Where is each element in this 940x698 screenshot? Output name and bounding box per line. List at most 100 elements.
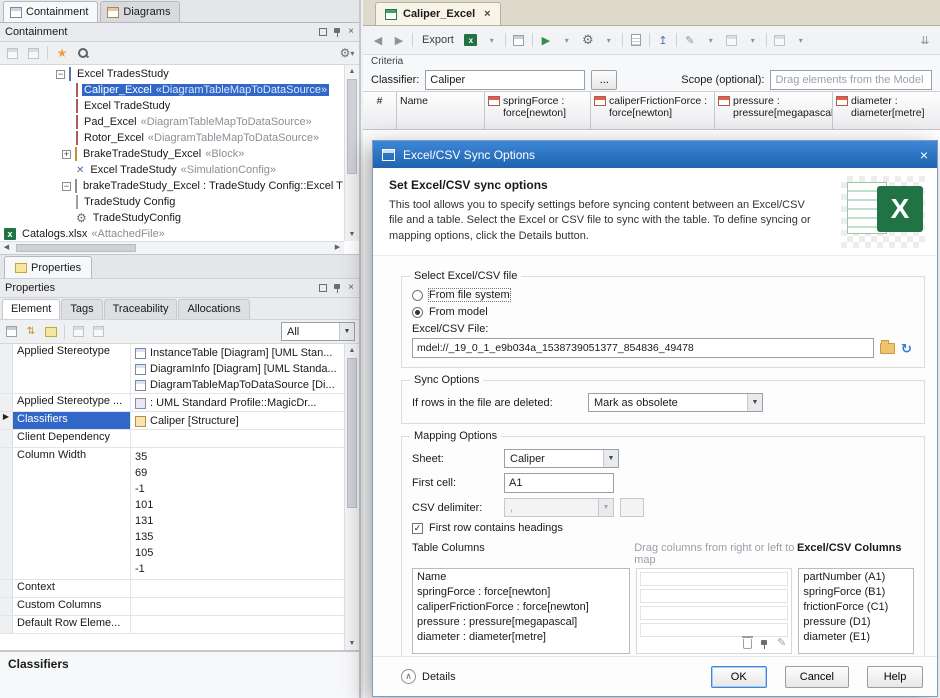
- from-file-system-row[interactable]: From file system: [412, 289, 914, 301]
- validation-icon[interactable]: [628, 31, 644, 49]
- tab-element[interactable]: Element: [2, 299, 60, 319]
- pin-panel-icon[interactable]: [333, 283, 342, 293]
- close-dialog-icon[interactable]: ×: [920, 148, 928, 162]
- list-item[interactable]: diameter : diameter[metre]: [414, 630, 628, 645]
- sheet-combo[interactable]: Caliper ▼: [504, 449, 619, 468]
- settings-dropdown-icon[interactable]: ▾: [601, 31, 617, 49]
- minimize-toolbar-icon[interactable]: ⇊: [917, 31, 933, 49]
- from-file-system-radio[interactable]: [412, 290, 423, 301]
- run-icon[interactable]: ▶: [538, 31, 554, 49]
- list-item[interactable]: partNumber (A1): [800, 570, 912, 585]
- tree-item[interactable]: Pad_Excel«DiagramTableMapToDataSource»: [0, 114, 344, 130]
- column-header-caliperfrictionforce[interactable]: caliperFrictionForce : force[newton]: [591, 92, 715, 130]
- classifier-browse-button[interactable]: ...: [591, 70, 617, 90]
- property-row-selected[interactable]: ▶ Classifiers Caliper [Structure]: [0, 412, 344, 430]
- tree-item-selected[interactable]: Caliper_Excel«DiagramTableMapToDataSourc…: [0, 82, 344, 98]
- tab-diagrams[interactable]: Diagrams: [100, 1, 180, 22]
- add-row-icon[interactable]: [724, 31, 740, 49]
- chevron-down-icon[interactable]: ▼: [603, 450, 618, 467]
- deleted-rows-combo[interactable]: Mark as obsolete ▼: [588, 393, 763, 412]
- column-header-number[interactable]: #: [363, 92, 397, 130]
- list-item[interactable]: pressure (D1): [800, 615, 912, 630]
- table-columns-list[interactable]: Name springForce : force[newton] caliper…: [412, 568, 630, 654]
- excel-file-input[interactable]: [412, 338, 874, 358]
- scope-input[interactable]: [770, 70, 932, 90]
- list-item[interactable]: Name: [414, 570, 628, 585]
- tab-allocations[interactable]: Allocations: [178, 299, 249, 319]
- excel-sync-icon[interactable]: x: [463, 31, 479, 49]
- chevron-down-icon[interactable]: ▼: [747, 394, 762, 411]
- customize-columns-icon[interactable]: [73, 326, 84, 337]
- mapping-slot[interactable]: [640, 572, 789, 586]
- list-item[interactable]: springForce : force[newton]: [414, 585, 628, 600]
- properties-vertical-scrollbar[interactable]: ▲ ▼: [344, 344, 359, 650]
- property-row[interactable]: Column Width 35 69 -1 101 131 135 105 -1: [0, 448, 344, 580]
- browse-folder-icon[interactable]: [880, 343, 895, 354]
- tree-item[interactable]: − brakeTradeStudy_Excel : TradeStudy Con…: [0, 178, 344, 194]
- export-options-dropdown-icon[interactable]: ▾: [484, 31, 500, 49]
- property-row[interactable]: Client Dependency: [0, 430, 344, 448]
- tab-caliper-excel[interactable]: Caliper_Excel ×: [375, 2, 501, 25]
- list-item[interactable]: springForce (B1): [800, 585, 912, 600]
- list-item[interactable]: frictionForce (C1): [800, 600, 912, 615]
- gear-icon[interactable]: ⚙: [340, 47, 351, 59]
- cancel-button[interactable]: Cancel: [785, 666, 849, 688]
- mapping-slot[interactable]: [640, 589, 789, 603]
- float-panel-icon[interactable]: [319, 28, 327, 36]
- property-row[interactable]: Applied Stereotype InstanceTable [Diagra…: [0, 344, 344, 394]
- edit-mapping-icon[interactable]: ✎: [777, 638, 786, 649]
- pin-panel-icon[interactable]: [333, 27, 342, 37]
- mapping-slots[interactable]: ✎: [636, 568, 793, 654]
- move-up-icon[interactable]: ↥: [655, 31, 671, 49]
- tree-item[interactable]: ⚙ TradeStudyConfig: [0, 210, 344, 226]
- gear-dropdown-icon[interactable]: ▾: [350, 49, 354, 58]
- collapse-expander-icon[interactable]: −: [62, 182, 71, 191]
- scroll-down-icon[interactable]: ▼: [345, 228, 359, 241]
- table-tools-dropdown-icon[interactable]: ▾: [793, 31, 809, 49]
- search-icon[interactable]: [77, 47, 89, 59]
- first-row-headings-row[interactable]: ✓ First row contains headings: [412, 522, 914, 534]
- edit-dropdown-icon[interactable]: ▾: [703, 31, 719, 49]
- tree-item[interactable]: + BrakeTradeStudy_Excel«Block»: [0, 146, 344, 162]
- expert-mode-icon[interactable]: [93, 326, 104, 337]
- run-options-dropdown-icon[interactable]: ▾: [559, 31, 575, 49]
- categorized-view-icon[interactable]: [6, 326, 17, 337]
- tree-item[interactable]: − Excel TradesStudy: [0, 66, 344, 82]
- property-row[interactable]: Applied Stereotype ... : UML Standard Pr…: [0, 394, 344, 412]
- property-row[interactable]: Default Row Eleme...: [0, 616, 344, 634]
- scroll-down-icon[interactable]: ▼: [345, 637, 359, 650]
- tab-containment[interactable]: Containment: [3, 1, 98, 22]
- collapse-expander-icon[interactable]: −: [56, 70, 65, 79]
- tree-item[interactable]: ✕ Excel TradeStudy«SimulationConfig»: [0, 162, 344, 178]
- tab-tags[interactable]: Tags: [61, 299, 102, 319]
- chevron-down-icon[interactable]: ▼: [339, 323, 354, 340]
- tree-item[interactable]: TradeStudy Config: [0, 194, 344, 210]
- float-panel-icon[interactable]: [319, 284, 327, 292]
- refresh-icon[interactable]: ↻: [901, 342, 912, 355]
- from-model-row[interactable]: From model: [412, 306, 914, 318]
- close-tab-icon[interactable]: ×: [484, 8, 490, 20]
- expand-expander-icon[interactable]: +: [62, 150, 71, 159]
- show-columns-icon[interactable]: [511, 31, 527, 49]
- delete-mapping-icon[interactable]: [743, 639, 752, 649]
- export-button[interactable]: Export: [418, 33, 458, 47]
- column-header-pressure[interactable]: pressure : pressure[megapascal]: [715, 92, 833, 130]
- edit-icon[interactable]: ✎: [682, 31, 698, 49]
- tree-item[interactable]: Excel TradeStudy: [0, 98, 344, 114]
- scroll-up-icon[interactable]: ▲: [345, 344, 359, 357]
- navigate-back-icon[interactable]: ◀: [370, 31, 386, 49]
- column-header-springforce[interactable]: springForce : force[newton]: [485, 92, 591, 130]
- classifier-input[interactable]: [425, 70, 585, 90]
- table-tools-icon[interactable]: [772, 31, 788, 49]
- list-item[interactable]: pressure : pressure[megapascal]: [414, 615, 628, 630]
- details-expander[interactable]: ∧ Details: [401, 669, 456, 684]
- first-row-headings-checkbox[interactable]: ✓: [412, 523, 423, 534]
- tree-item[interactable]: x Catalogs.xlsx«AttachedFile»: [0, 226, 344, 241]
- column-header-name[interactable]: Name: [397, 92, 485, 130]
- dialog-title-bar[interactable]: Excel/CSV Sync Options ×: [373, 141, 937, 168]
- properties-filter-combo[interactable]: All ▼: [281, 322, 355, 341]
- tree-vertical-scrollbar[interactable]: ▲ ▼: [344, 65, 359, 241]
- settings-icon[interactable]: ⚙: [580, 31, 596, 49]
- tree-item[interactable]: Rotor_Excel«DiagramTableMapToDataSource»: [0, 130, 344, 146]
- collapse-all-icon[interactable]: [28, 48, 39, 59]
